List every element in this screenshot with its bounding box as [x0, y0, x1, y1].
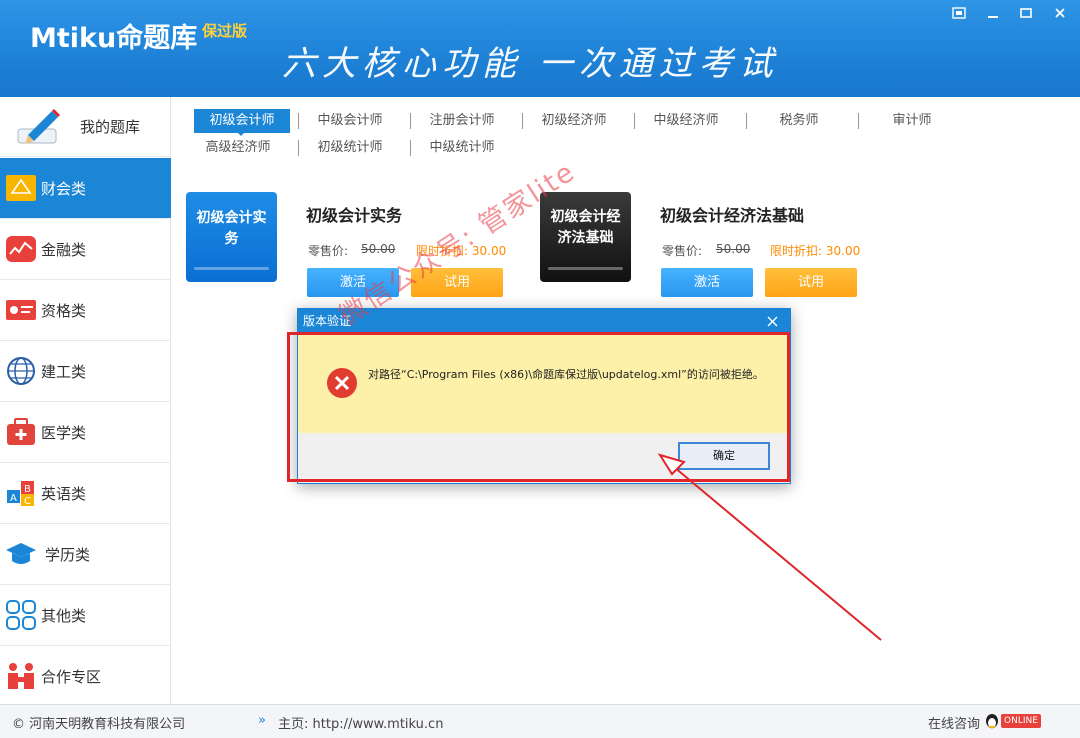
online-consult-link[interactable]: 在线咨询 [928, 713, 980, 732]
status-bar: © 河南天明教育科技有限公司 » 主页: http://www.mtiku.cn… [0, 704, 1080, 738]
homepage-link[interactable]: 主页: http://www.mtiku.cn [278, 713, 443, 732]
online-badge: ONLINE [1001, 714, 1041, 728]
annotation-arrow [657, 453, 882, 641]
double-chevron-icon: » [258, 713, 266, 728]
copyright-text: © 河南天明教育科技有限公司 [12, 717, 186, 732]
qq-penguin-icon [986, 714, 998, 729]
